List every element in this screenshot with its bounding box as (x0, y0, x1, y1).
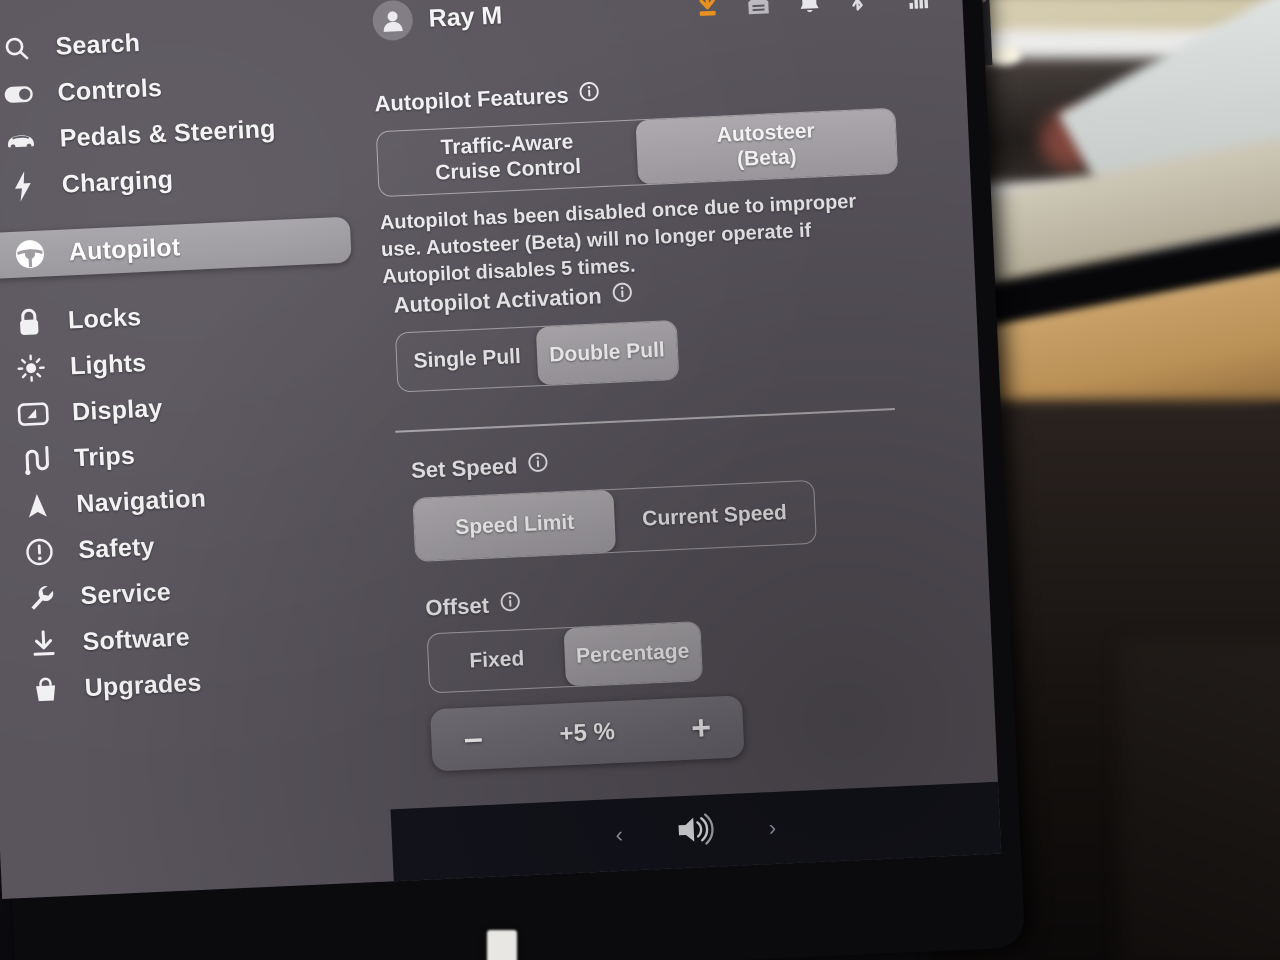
sidebar-item-label: Charging (61, 165, 174, 199)
settings-content: Ray M LTE (352, 0, 1002, 882)
trips-icon (18, 442, 54, 478)
bluetooth-icon[interactable] (848, 0, 867, 13)
wrench-icon (24, 580, 60, 616)
section-title-text: Autopilot Features (373, 82, 570, 117)
sidebar-item-label: Pedals & Steering (59, 114, 277, 153)
increment-button[interactable]: + (680, 709, 722, 748)
steering-wheel-icon (12, 236, 48, 272)
set-speed-segmented-control[interactable]: Speed Limit Current Speed (412, 479, 817, 562)
display-icon (15, 396, 51, 432)
toggle-icon (1, 77, 37, 113)
seg-option-line2: (Beta) (736, 145, 798, 171)
sidebar-item-label: Software (81, 622, 191, 656)
profile-name: Ray M (428, 0, 503, 33)
volume-speaker-icon[interactable] (674, 812, 718, 851)
sidebar-item-label: Locks (67, 302, 142, 334)
sidebar-item-label: Lights (69, 348, 147, 380)
tesla-touchscreen: Search Controls Pedals & Steering Chargi… (0, 0, 1002, 900)
physical-card-object (487, 930, 517, 960)
lock-icon (11, 304, 47, 340)
car-icon (3, 123, 39, 159)
autopilot-features-section: Autopilot Features Traffic-Aware Cruise … (374, 68, 903, 291)
settings-sidebar: Search Controls Pedals & Steering Chargi… (0, 10, 394, 899)
next-track-button[interactable]: › (768, 815, 777, 841)
decrement-button[interactable]: – (453, 719, 495, 758)
section-divider (395, 408, 895, 433)
info-icon[interactable] (499, 591, 520, 618)
info-icon[interactable] (528, 452, 549, 479)
section-title-text: Set Speed (410, 453, 519, 484)
sidebar-item-label: Display (71, 393, 164, 426)
alert-circle-icon (22, 534, 58, 570)
autopilot-features-title: Autopilot Features (374, 68, 895, 118)
set-speed-section: Set Speed Speed Limit Current Speed (411, 436, 895, 562)
seg-option-percentage[interactable]: Percentage (563, 622, 702, 687)
info-icon[interactable] (579, 81, 600, 108)
sidebar-item-label: Controls (57, 73, 163, 107)
seg-option-traffic-aware-cruise-control[interactable]: Traffic-Aware Cruise Control (377, 121, 639, 197)
autopilot-features-segmented-control[interactable]: Traffic-Aware Cruise Control Autosteer (… (375, 107, 899, 198)
offset-value: +5 % (558, 718, 616, 748)
sidebar-item-label: Upgrades (84, 668, 203, 702)
seg-option-autosteer-beta[interactable]: Autosteer (Beta) (635, 108, 898, 185)
seg-option-fixed[interactable]: Fixed (428, 628, 566, 692)
sidebar-item-label: Service (79, 577, 172, 610)
offset-stepper[interactable]: – +5 % + (430, 695, 745, 772)
cart-icon (28, 672, 64, 708)
autopilot-activation-section: Autopilot Activation Single Pull Double … (393, 270, 897, 393)
seg-option-current-speed[interactable]: Current Speed (613, 481, 816, 552)
seg-option-double-pull[interactable]: Double Pull (535, 320, 679, 386)
bolt-icon (5, 169, 41, 205)
status-bar: LTE (696, 0, 929, 21)
sidebar-item-label: Trips (73, 441, 136, 472)
offset-title: Offset (425, 577, 826, 621)
profile-button[interactable]: Ray M (371, 0, 503, 42)
sidebar-item-label: Navigation (75, 483, 207, 518)
seg-option-line1: Autosteer (716, 119, 816, 148)
seg-option-speed-limit[interactable]: Speed Limit (413, 489, 617, 561)
user-avatar-icon (371, 0, 414, 42)
set-speed-title: Set Speed (411, 436, 892, 484)
seg-option-single-pull[interactable]: Single Pull (396, 327, 538, 391)
info-icon[interactable] (612, 282, 633, 309)
screenshot-root: Search Controls Pedals & Steering Chargi… (0, 0, 1280, 960)
sidebar-item-label: Autopilot (68, 232, 181, 266)
home-garage-icon[interactable] (746, 0, 771, 16)
search-icon (0, 31, 34, 67)
sidebar-item-label: Safety (77, 532, 156, 564)
navigation-arrow-icon (20, 488, 56, 524)
sidebar-item-label: Search (54, 28, 141, 61)
lte-signal-icon[interactable]: LTE (894, 0, 929, 12)
autopilot-activation-segmented-control[interactable]: Single Pull Double Pull (394, 319, 680, 393)
seg-option-line2: Cruise Control (434, 155, 582, 185)
offset-segmented-control[interactable]: Fixed Percentage (426, 621, 704, 694)
notification-bell-icon[interactable] (798, 0, 821, 14)
software-update-download-icon[interactable] (696, 0, 719, 20)
download-icon (26, 626, 62, 662)
section-title-text: Offset (424, 592, 490, 621)
previous-track-button[interactable]: ‹ (615, 822, 624, 848)
sun-icon (13, 350, 49, 386)
offset-section: Offset Fixed Percentage – +5 % + (425, 577, 833, 772)
